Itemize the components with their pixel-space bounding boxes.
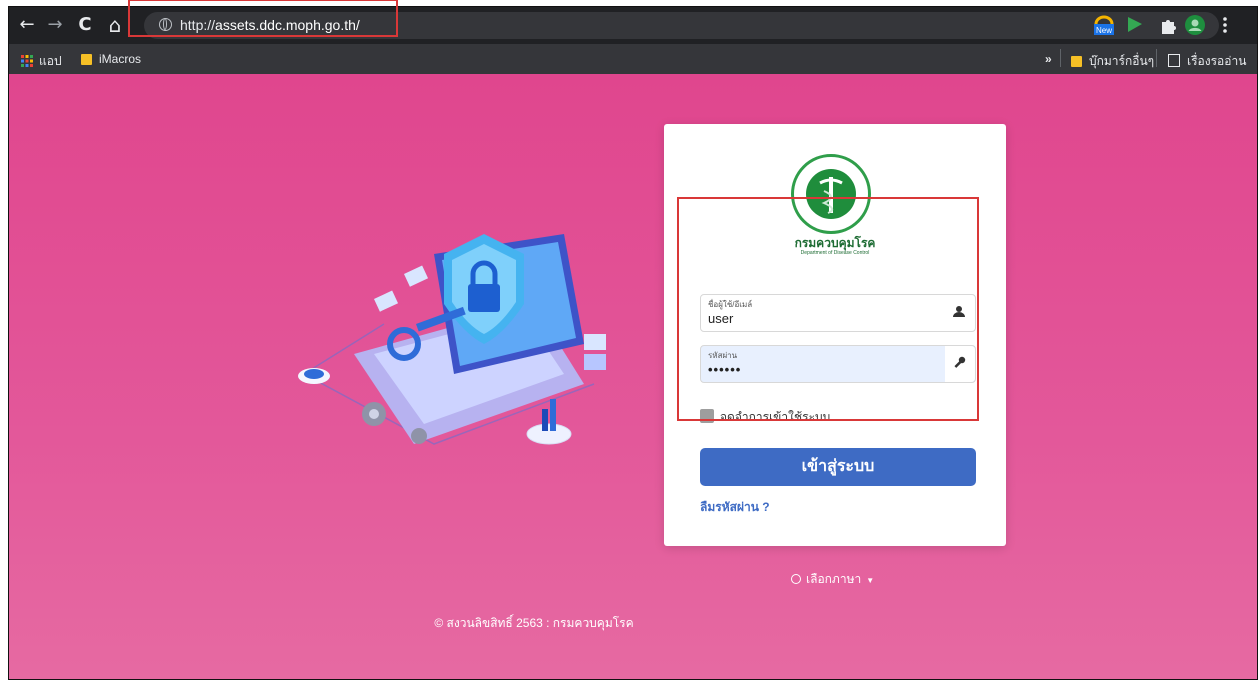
profile-avatar-icon[interactable] (1184, 14, 1206, 36)
apps-shortcut[interactable]: แอป (21, 52, 62, 71)
apps-label: แอป (39, 54, 62, 68)
back-button[interactable]: ← (15, 13, 39, 37)
reading-list-icon (1168, 54, 1180, 67)
language-label: เลือกภาษา (806, 572, 862, 586)
login-button[interactable]: เข้าสู่ระบบ (700, 448, 976, 486)
bookmarks-divider (1060, 49, 1061, 67)
login-page: กรมควบคุมโรค Department of Disease Contr… (9, 74, 1257, 679)
reading-list-label: เรื่องรออ่าน (1187, 54, 1247, 68)
new-badge-label: New (1096, 26, 1112, 35)
apps-grid-icon (21, 55, 33, 67)
forgot-password-link[interactable]: ลืมรหัสผ่าน ? (700, 498, 770, 517)
bookmark-other-folder[interactable]: บุ๊กมาร์กอื่นๆ (1071, 52, 1154, 71)
security-illustration (298, 234, 606, 445)
home-button[interactable]: ⌂ (103, 13, 127, 37)
folder-icon (81, 54, 92, 65)
bookmarks-divider (1156, 49, 1157, 67)
bookmark-other-label: บุ๊กมาร์กอื่นๆ (1089, 54, 1155, 68)
folder-icon (1071, 56, 1082, 67)
new-badge-extension[interactable]: New (1093, 14, 1115, 36)
bookmark-imacros[interactable]: iMacros (81, 52, 141, 66)
caret-down-icon: ▼ (866, 576, 875, 585)
browser-window: ← → C ⌂ http://assets.ddc.moph.go.th/ Ne… (8, 6, 1258, 680)
reload-button[interactable]: C (73, 13, 97, 37)
puzzle-icon[interactable] (1157, 14, 1179, 36)
forward-button[interactable]: → (43, 13, 67, 37)
green-flag-extension[interactable] (1124, 14, 1146, 36)
globe-icon (791, 574, 801, 584)
bookmarks-bar: แอป iMacros » บุ๊กมาร์กอื่นๆ เรื่องรออ่า… (9, 44, 1257, 74)
menu-kebab-icon[interactable] (1214, 14, 1236, 36)
reading-list-button[interactable]: เรื่องรออ่าน (1168, 52, 1246, 71)
form-annotation-box (677, 197, 979, 421)
bookmarks-overflow-button[interactable]: » (1045, 52, 1052, 66)
language-selector[interactable]: เลือกภาษา ▼ (791, 570, 874, 589)
copyright-footer: © สงวนลิขสิทธิ์ 2563 : กรมควบคุมโรค (434, 616, 634, 630)
url-annotation-box (128, 0, 398, 37)
bookmark-imacros-label: iMacros (99, 52, 142, 66)
